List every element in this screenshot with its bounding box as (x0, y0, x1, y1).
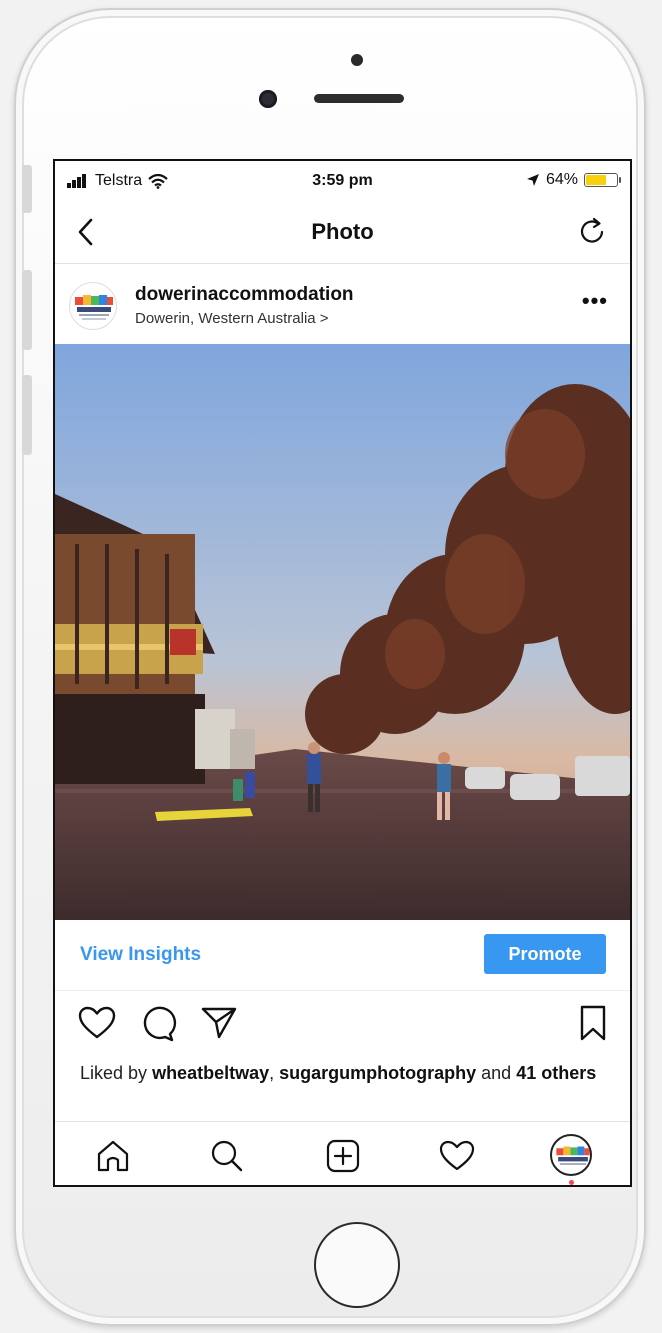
liker-username[interactable]: sugargumphotography (279, 1063, 476, 1083)
view-insights-link[interactable]: View Insights (80, 944, 201, 966)
promote-button[interactable]: Promote (484, 934, 606, 974)
post-actions (55, 999, 630, 1051)
volume-down-button (22, 375, 32, 455)
battery-icon (584, 173, 621, 187)
battery-percent: 64% (545, 171, 578, 188)
add-post-icon[interactable] (323, 1136, 363, 1176)
more-options-icon[interactable]: ••• (582, 288, 608, 314)
earpiece-speaker (314, 94, 404, 103)
location-arrow-icon (526, 174, 539, 186)
likes-separator: , (269, 1063, 275, 1083)
dowerin-logo-icon (75, 295, 113, 320)
proximity-sensor (351, 54, 363, 66)
post-location[interactable]: Dowerin, Western Australia > (135, 310, 329, 327)
mute-switch (22, 165, 32, 213)
front-camera (259, 90, 277, 108)
likes-prefix: Liked by (80, 1063, 148, 1083)
post-header: dowerinaccommodation Dowerin, Western Au… (55, 264, 630, 344)
refresh-icon[interactable] (576, 216, 608, 248)
app-screen: Telstra 3:59 pm 64% Photo dowerinaccommo… (53, 159, 632, 1187)
battery-fill (586, 175, 607, 185)
account-avatar[interactable] (69, 282, 117, 330)
volume-up-button (22, 270, 32, 350)
home-icon[interactable] (93, 1136, 133, 1176)
activity-heart-icon[interactable] (437, 1136, 477, 1176)
heart-icon[interactable] (77, 1003, 117, 1043)
dowerin-logo-icon (556, 1146, 590, 1165)
page-title: Photo (311, 219, 374, 244)
likes-summary: Liked by wheatbeltway, sugargumphotograp… (80, 1061, 620, 1085)
nav-bar: Photo (55, 201, 630, 264)
notification-dot (569, 1180, 574, 1185)
profile-avatar[interactable] (550, 1134, 592, 1176)
insights-bar: View Insights Promote (55, 920, 630, 991)
bottom-tab-bar (55, 1121, 630, 1185)
bookmark-icon[interactable] (573, 1003, 613, 1043)
home-button[interactable] (314, 1222, 400, 1308)
status-bar: Telstra 3:59 pm 64% (55, 161, 630, 201)
likes-and: and (481, 1063, 512, 1083)
share-icon[interactable] (199, 1003, 239, 1043)
post-photo[interactable] (55, 344, 630, 920)
comment-icon[interactable] (137, 1003, 177, 1043)
search-icon[interactable] (207, 1136, 247, 1176)
liker-username[interactable]: wheatbeltway (152, 1063, 269, 1083)
account-username[interactable]: dowerinaccommodation (135, 284, 354, 306)
likes-others-link[interactable]: 41 others (516, 1063, 596, 1083)
